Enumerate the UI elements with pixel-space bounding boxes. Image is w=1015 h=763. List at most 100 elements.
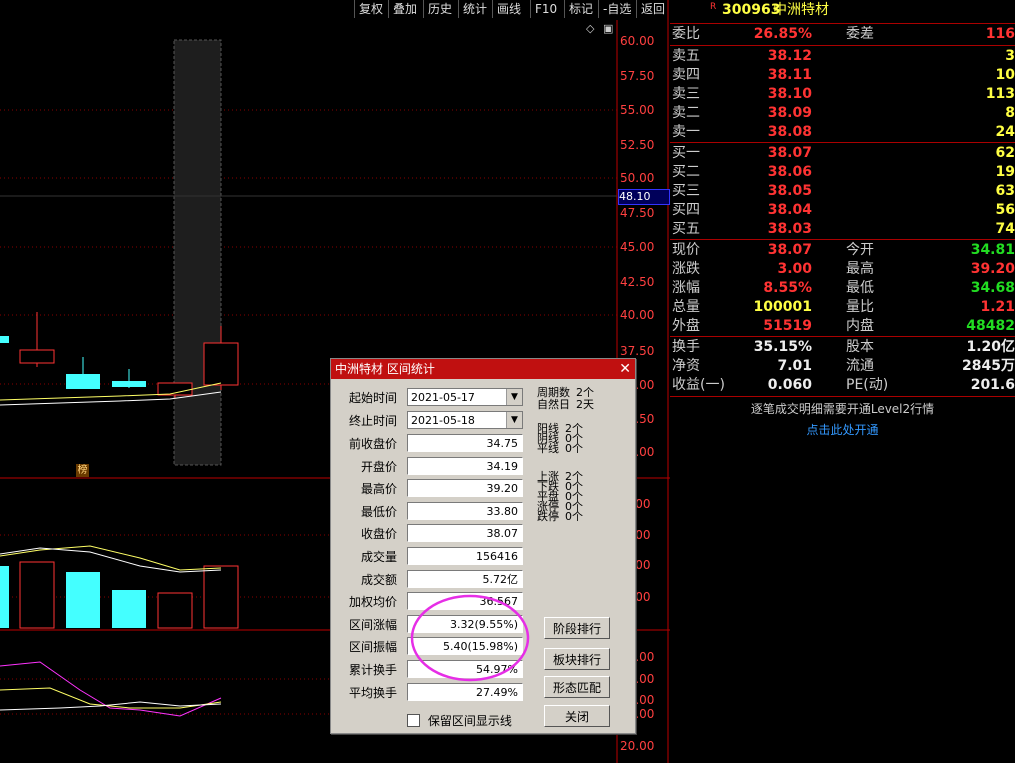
count-stat: 自然日 2天: [537, 399, 594, 410]
quote-label: 卖二: [672, 105, 700, 121]
count-stat: 跌停 0个: [537, 511, 583, 522]
quote-label: PE(动): [846, 377, 889, 393]
count-stat: 周期数 2个: [537, 387, 594, 398]
stat-field-value[interactable]: 34.19: [407, 456, 523, 475]
quote-value: 100001: [753, 299, 812, 315]
window-icon[interactable]: ▣: [603, 22, 613, 35]
end-date-picker[interactable]: 2021-05-18 ▼: [407, 411, 523, 429]
count-stat: 平线 0个: [537, 443, 583, 454]
quote-label: 内盘: [846, 318, 874, 334]
stat-field-label: 区间振幅: [348, 640, 397, 655]
pattern-match-button[interactable]: 形态匹配: [544, 676, 610, 698]
candle: [66, 374, 100, 389]
toolbar-button[interactable]: 历史: [423, 0, 456, 18]
selection-band: [173, 39, 222, 466]
end-date-label: 终止时间: [348, 414, 397, 428]
list-marker-badge[interactable]: 榜: [76, 464, 89, 477]
toolbar-button[interactable]: 统计: [458, 0, 491, 18]
price-tick-label: 37.50: [620, 344, 655, 358]
quote-value: 38.04: [767, 202, 812, 218]
toolbar-button[interactable]: 标记: [564, 0, 597, 18]
stat-field-value[interactable]: 54.97%: [407, 660, 523, 678]
quote-value: 35.15%: [753, 339, 812, 355]
candle: [19, 349, 55, 364]
chevron-down-icon[interactable]: ▼: [506, 412, 522, 428]
quote-label: 现价: [672, 242, 700, 258]
stat-field-value[interactable]: 38.07: [407, 524, 523, 543]
diamond-icon[interactable]: ◇: [586, 22, 594, 35]
quote-label: 买一: [672, 145, 700, 161]
stat-field-value[interactable]: 156416: [407, 547, 523, 565]
end-date-value: 2021-05-18: [411, 414, 475, 427]
count-stat-label: 平线: [537, 442, 559, 455]
chevron-down-icon[interactable]: ▼: [506, 389, 522, 405]
dialog-titlebar[interactable]: 中洲特材 区间统计 ✕: [331, 359, 635, 379]
keep-interval-checkbox-row[interactable]: 保留区间显示线: [407, 712, 512, 728]
quote-value: 38.11: [767, 67, 812, 83]
toolbar-button[interactable]: 复权: [354, 0, 387, 18]
indicator-tick-label: 20.00: [620, 739, 655, 753]
price-tick-label: 55.00: [620, 103, 655, 117]
close-icon[interactable]: ✕: [619, 359, 631, 379]
r-badge: R: [710, 2, 717, 12]
quote-value: 10: [995, 67, 1015, 83]
quote-row: 卖五 38.12 3: [670, 47, 1015, 66]
quote-row: 收益(一) 0.060 PE(动) 201.6: [670, 376, 1015, 395]
quote-row: 卖二 38.09 8: [670, 104, 1015, 123]
stat-field-value[interactable]: 36.567: [407, 592, 523, 611]
quote-label: 收益(一): [672, 377, 725, 393]
level2-link[interactable]: 点击此处开通: [670, 421, 1015, 438]
quote-value: 38.10: [767, 86, 812, 102]
sector-rank-button[interactable]: 板块排行: [544, 648, 610, 670]
quote-value: 34.68: [970, 280, 1015, 296]
quote-row: 涨幅 8.55% 最低 34.68: [670, 279, 1015, 298]
stat-field-label: 成交额: [360, 572, 397, 587]
quote-value: 19: [995, 164, 1015, 180]
stat-field-value[interactable]: 5.72亿: [407, 569, 523, 588]
candle: [0, 336, 9, 343]
quote-label: 最高: [846, 261, 874, 277]
stat-field-label: 加权均价: [348, 595, 397, 610]
quote-value: 26.85%: [753, 26, 812, 42]
quote-label: 卖四: [672, 67, 700, 83]
quote-row: 买三 38.05 63: [670, 182, 1015, 201]
quote-row: 买一 38.07 62: [670, 144, 1015, 163]
start-date-label: 起始时间: [348, 391, 397, 405]
quote-value: 38.12: [767, 48, 812, 64]
quote-value: 0.060: [767, 377, 812, 393]
quote-label: 最低: [846, 280, 874, 296]
quote-label: 委比: [672, 26, 700, 42]
count-stat-value: 0个: [565, 442, 583, 455]
stat-field-value[interactable]: 34.75: [407, 434, 523, 452]
quote-value: 8: [1005, 105, 1015, 121]
quote-label: 今开: [846, 242, 874, 258]
stat-field-value[interactable]: 39.20: [407, 479, 523, 498]
start-date-picker[interactable]: 2021-05-17 ▼: [407, 388, 523, 406]
stat-field-value[interactable]: 27.49%: [407, 682, 523, 701]
quote-label: 流通: [846, 358, 874, 374]
quote-value: 63: [995, 183, 1015, 199]
price-tick-label: 47.50: [620, 206, 655, 220]
close-button[interactable]: 关闭: [544, 705, 610, 727]
quote-value: 34.81: [970, 242, 1015, 258]
candle: [112, 381, 146, 387]
stat-field-value[interactable]: 33.80: [407, 501, 523, 520]
stat-field-value[interactable]: 5.40(15.98%): [407, 637, 523, 656]
stat-field-value[interactable]: 3.32(9.55%): [407, 614, 523, 633]
toolbar-button[interactable]: -自选: [598, 0, 635, 18]
quote-label: 净资: [672, 358, 700, 374]
quote-label: 换手: [672, 339, 700, 355]
stage-rank-button[interactable]: 阶段排行: [544, 617, 610, 639]
toolbar-button[interactable]: F10: [530, 0, 561, 18]
price-tick-label: 50.00: [620, 171, 655, 185]
quote-row: 卖三 38.10 113: [670, 85, 1015, 104]
keep-interval-checkbox[interactable]: [407, 714, 420, 727]
toolbar-button[interactable]: 叠加: [388, 0, 421, 18]
quote-value: 8.55%: [763, 280, 812, 296]
quote-label: 涨跌: [672, 261, 700, 277]
quote-value: 51519: [763, 318, 812, 334]
toolbar-button[interactable]: 画线: [492, 0, 525, 18]
quote-value: 201.6: [970, 377, 1015, 393]
stat-field-label: 平均换手: [348, 685, 397, 700]
toolbar-button[interactable]: 返回: [636, 0, 669, 18]
